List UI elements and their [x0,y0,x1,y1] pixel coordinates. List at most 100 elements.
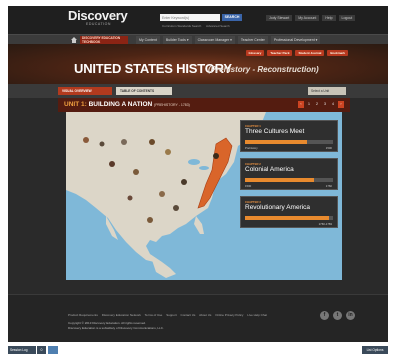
artifact-marker[interactable] [173,205,179,211]
copyright-line-2: Discovery Education is a subsidiary of D… [68,326,164,330]
great-lakes-2 [199,166,209,170]
chapter-progress-fill [245,178,314,182]
chapter-name: Three Cultures Meet [245,128,305,135]
session-count: 0 [37,346,46,354]
tab-table-of-contents[interactable]: TABLE OF CONTENTS [116,87,172,95]
artifact-marker[interactable] [121,139,127,145]
footer-link[interactable]: Contact Us [181,313,196,317]
copyright: Copyright © 2013 Discovery Education. Al… [68,321,164,331]
unit-header: UNIT 1: BUILDING A NATION (PREHISTORY - … [58,98,350,112]
artifact-marker[interactable] [213,153,219,159]
footer-link[interactable]: Discovery Education Network [102,313,141,317]
main-nav: DISCOVERY EDUCATION TECHBOOK My Content … [8,34,388,44]
hero-banner: Glossary Teacher Pack Student Journal Bo… [8,44,388,84]
unit-select[interactable]: Select a Unit [308,87,346,95]
artifact-marker[interactable] [149,139,155,145]
unit-range: (PREHISTORY - 1783) [154,103,190,107]
techbook-brand[interactable]: DISCOVERY EDUCATION TECHBOOK [80,36,128,44]
chapter-date-start: Prehistory [245,146,258,150]
unit-pager: ‹ 1 2 3 4 › [298,101,344,108]
footer-link[interactable]: About Us [199,313,211,317]
search-button[interactable]: SEARCH [222,14,242,21]
social-links: f t in [320,311,355,320]
hero-actions: Glossary Teacher Pack Student Journal Bo… [245,50,348,56]
home-icon[interactable] [70,36,78,43]
chapter-progress-fill [245,216,329,220]
help-link[interactable]: Help [322,15,336,21]
glossary-button[interactable]: Glossary [245,50,265,56]
discovery-logo[interactable]: Discovery [68,9,128,22]
standards-search-link[interactable]: Curriculum Standards Search [162,24,201,28]
chapter-date-end: 1760 [325,184,332,188]
tab-visual-overview[interactable]: VISUAL OVERVIEW [58,87,112,95]
artifact-marker[interactable] [109,161,115,167]
great-lakes [188,159,200,165]
artifact-marker[interactable] [165,149,171,155]
logo-subtitle: EDUCATION [86,22,111,26]
tabs-row: VISUAL OVERVIEW TABLE OF CONTENTS Select… [8,84,388,98]
page-4[interactable]: 4 [330,101,336,108]
linkedin-icon[interactable]: in [346,311,355,320]
footer-link[interactable]: Support [166,313,177,317]
artifact-marker[interactable] [159,191,165,197]
chapter-name: Colonial America [245,166,294,173]
chapter-card-1[interactable]: CHAPTER 1 Three Cultures Meet Prehistory… [240,120,338,152]
advanced-search-link[interactable]: Advanced Search [206,24,230,28]
chapter-progress [245,216,333,220]
chapter-date-end: 1500 [325,146,332,150]
artifact-marker[interactable] [181,179,187,185]
footer-link[interactable]: Product Requirements [68,313,98,317]
bookmark-button[interactable]: Bookmark [327,50,348,56]
search-sublinks: Curriculum Standards Search Advanced Sea… [162,24,234,28]
page-1[interactable]: 1 [306,101,312,108]
chapter-cards: CHAPTER 1 Three Cultures Meet Prehistory… [240,120,338,234]
prev-arrow-icon[interactable]: ‹ [298,101,304,108]
chapter-progress [245,140,333,144]
unit-title: UNIT 1: BUILDING A NATION (PREHISTORY - … [64,101,190,108]
app-window: Discovery EDUCATION SEARCH Curriculum St… [8,6,388,342]
my-account-link[interactable]: My Account [295,15,320,21]
artifact-marker[interactable] [147,217,153,223]
chapter-card-2[interactable]: CHAPTER 2 Colonial America 1500 1760 [240,158,338,190]
nav-my-content[interactable]: My Content [136,36,160,44]
artifact-marker[interactable] [99,141,105,147]
list-options-button[interactable]: List Options [362,346,388,354]
logout-link[interactable]: Logout [338,15,356,21]
search-input[interactable] [160,14,220,21]
page-3[interactable]: 3 [322,101,328,108]
chapter-progress-fill [245,140,307,144]
artifact-marker[interactable] [83,137,89,143]
chapter-progress [245,178,333,182]
footer-link[interactable]: Online Privacy Policy [215,313,243,317]
unit-number: UNIT 1: [64,101,87,108]
footer-link[interactable]: Live Help Chat [247,313,267,317]
page-2[interactable]: 2 [314,101,320,108]
continent-shape [66,112,266,262]
top-bar: Discovery EDUCATION SEARCH Curriculum St… [8,6,388,34]
chapter-card-3[interactable]: CHAPTER 3 Revolutionary America 1760-178… [240,196,338,228]
unit-name: BUILDING A NATION [88,101,153,108]
facebook-icon[interactable]: f [320,311,329,320]
chapter-date-end: 1760-1783 [318,222,332,226]
footer: Product Requirements Discovery Education… [8,294,388,342]
student-journal-button[interactable]: Student Journal [295,50,325,56]
nav-builder-tools[interactable]: Builder Tools ▾ [162,36,192,44]
central-america-shape [150,254,176,278]
session-log-button[interactable]: Session Log [8,346,36,354]
nav-teacher-center[interactable]: Teacher Center [237,36,268,44]
nav-classroom-manager[interactable]: Classroom Manager ▾ [194,36,235,44]
status-toggle-button[interactable] [48,346,58,354]
nav-professional-development[interactable]: Professional Development ▾ [270,36,321,44]
chapter-name: Revolutionary America [245,204,311,211]
next-arrow-icon[interactable]: › [338,101,344,108]
footer-link[interactable]: Terms of Use [145,313,163,317]
unit-map[interactable]: CHAPTER 1 Three Cultures Meet Prehistory… [66,112,342,280]
artifact-marker[interactable] [127,195,133,201]
user-name-link[interactable]: Jody Stewart [266,15,293,21]
twitter-icon[interactable]: t [333,311,342,320]
artifact-marker[interactable] [133,169,139,175]
user-links: Jody Stewart My Account Help Logout [266,15,356,21]
page-subtitle: (Prehistory - Reconstruction) [208,65,319,74]
teacher-pack-button[interactable]: Teacher Pack [267,50,293,56]
chapter-date-start: 1500 [245,184,252,188]
